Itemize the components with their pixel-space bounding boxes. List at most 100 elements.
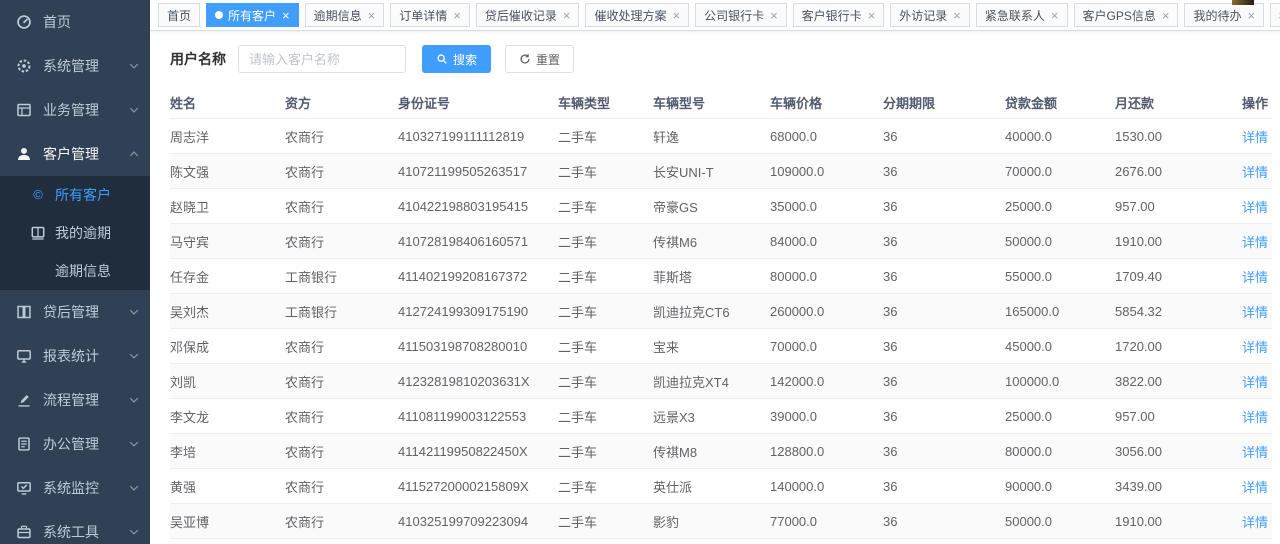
search-input[interactable]: [238, 45, 406, 73]
sidebar-item[interactable]: 贷后管理: [0, 290, 150, 334]
cell-loan: 40000.0: [1005, 129, 1115, 144]
avatar[interactable]: [1232, 0, 1254, 5]
sidebar-item[interactable]: 流程管理: [0, 378, 150, 422]
cell-model: 菲斯塔: [653, 267, 770, 286]
chevron-up-icon: [128, 148, 140, 160]
tab[interactable]: 公司银行卡×: [695, 3, 787, 27]
sidebar-item-label: 客户管理: [43, 144, 99, 164]
sidebar-subitem-label: 逾期信息: [55, 261, 111, 281]
sidebar-item[interactable]: 报表统计: [0, 334, 150, 378]
close-icon[interactable]: ×: [672, 9, 680, 22]
tab[interactable]: 订单详情×: [390, 3, 470, 27]
tab-bar-container: 首页所有客户×逾期信息×订单详情×贷后催收记录×催收处理方案×公司银行卡×客户银…: [150, 0, 1280, 31]
cell-id-number: 410422198803195415: [398, 199, 558, 214]
cell-price: 70000.0: [770, 339, 883, 354]
tab[interactable]: 所有客户×: [206, 3, 299, 27]
reset-button-label: 重置: [536, 51, 560, 68]
content: 用户名称 搜索 重置 姓名资方身份证号车辆类型车辆型号车辆价格分期期限贷款金额月…: [150, 31, 1280, 544]
cell-monthly: 3056.00: [1115, 444, 1239, 459]
close-icon[interactable]: ×: [1247, 9, 1255, 22]
cell-vehicle-type: 二手车: [558, 232, 653, 251]
cell-funder: 农商行: [285, 372, 398, 391]
column-header: 车辆类型: [558, 93, 653, 112]
detail-link[interactable]: 详情: [1242, 130, 1268, 145]
cell-funder: 农商行: [285, 337, 398, 356]
search-button[interactable]: 搜索: [422, 45, 491, 73]
cell-id-number: 410721199505263517: [398, 164, 558, 179]
detail-link[interactable]: 详情: [1242, 515, 1268, 530]
cell-periods: 36: [883, 514, 1005, 529]
cell-periods: 36: [883, 304, 1005, 319]
detail-link[interactable]: 详情: [1242, 200, 1268, 215]
table-row: 吴刘杰工商银行412724199309175190二手车凯迪拉克CT626000…: [170, 294, 1272, 329]
cell-monthly: 1530.00: [1115, 129, 1239, 144]
tab[interactable]: 催收处理方案×: [585, 3, 689, 27]
cell-periods: 36: [883, 129, 1005, 144]
tab[interactable]: 我的流程×: [1270, 3, 1280, 27]
close-icon[interactable]: ×: [953, 9, 961, 22]
cell-funder: 工商银行: [285, 267, 398, 286]
detail-link[interactable]: 详情: [1242, 340, 1268, 355]
close-icon[interactable]: ×: [1162, 9, 1170, 22]
tab[interactable]: 客户GPS信息×: [1074, 3, 1179, 27]
detail-link[interactable]: 详情: [1242, 235, 1268, 250]
cell-monthly: 3439.00: [1115, 479, 1239, 494]
cell-model: 长安UNI-T: [653, 162, 770, 181]
sidebar-item[interactable]: 办公管理: [0, 422, 150, 466]
columns-icon: [16, 304, 32, 320]
sidebar-item[interactable]: 客户管理: [0, 132, 150, 176]
close-icon[interactable]: ×: [563, 9, 571, 22]
close-icon[interactable]: ×: [868, 9, 876, 22]
close-icon[interactable]: ×: [1051, 9, 1059, 22]
cell-id-number: 412724199309175190: [398, 304, 558, 319]
sidebar-subitem[interactable]: ©所有客户: [0, 176, 150, 214]
reset-button[interactable]: 重置: [505, 45, 574, 73]
tab[interactable]: 首页: [158, 3, 200, 27]
detail-link[interactable]: 详情: [1242, 410, 1268, 425]
sidebar-item-label: 贷后管理: [43, 302, 99, 322]
detail-link[interactable]: 详情: [1242, 305, 1268, 320]
tab[interactable]: 我的待办×: [1184, 3, 1264, 27]
sidebar-item[interactable]: 系统管理: [0, 44, 150, 88]
cell-price: 109000.0: [770, 164, 883, 179]
sidebar-subitem[interactable]: 逾期信息: [0, 252, 150, 290]
cell-name: 刘凯: [170, 372, 285, 391]
cell-loan: 80000.0: [1005, 444, 1115, 459]
detail-link[interactable]: 详情: [1242, 270, 1268, 285]
edit-icon: [16, 392, 32, 408]
monitor-check-icon: [16, 480, 32, 496]
sidebar-item[interactable]: 系统工具: [0, 510, 150, 544]
cell-monthly: 1910.00: [1115, 514, 1239, 529]
sidebar-item[interactable]: 业务管理: [0, 88, 150, 132]
sidebar-submenu: ©所有客户我的逾期逾期信息: [0, 176, 150, 290]
column-header: 身份证号: [398, 93, 558, 112]
close-icon[interactable]: ×: [368, 9, 376, 22]
detail-link[interactable]: 详情: [1242, 375, 1268, 390]
cell-monthly: 1910.00: [1115, 234, 1239, 249]
cell-vehicle-type: 二手车: [558, 127, 653, 146]
column-header: 月还款: [1115, 93, 1239, 112]
column-header: 车辆型号: [653, 93, 770, 112]
close-icon[interactable]: ×: [453, 9, 461, 22]
close-icon[interactable]: ×: [282, 9, 290, 22]
sidebar-item[interactable]: 系统监控: [0, 466, 150, 510]
cell-name: 赵晓卫: [170, 197, 285, 216]
cell-id-number: 411402199208167372: [398, 269, 558, 284]
tab[interactable]: 逾期信息×: [305, 3, 385, 27]
detail-link[interactable]: 详情: [1242, 480, 1268, 495]
cell-price: 260000.0: [770, 304, 883, 319]
tab[interactable]: 紧急联系人×: [976, 3, 1068, 27]
sidebar-subitem[interactable]: 我的逾期: [0, 214, 150, 252]
chevron-down-icon: [128, 350, 140, 362]
cell-price: 35000.0: [770, 199, 883, 214]
close-icon[interactable]: ×: [770, 9, 778, 22]
tab[interactable]: 外访记录×: [890, 3, 970, 27]
tab[interactable]: 客户银行卡×: [793, 3, 885, 27]
tab[interactable]: 贷后催收记录×: [476, 3, 580, 27]
sidebar-item[interactable]: 首页: [0, 0, 150, 44]
cell-model: 凯迪拉克CT6: [653, 302, 770, 321]
detail-link[interactable]: 详情: [1242, 165, 1268, 180]
detail-link[interactable]: 详情: [1242, 445, 1268, 460]
cell-funder: 工商银行: [285, 302, 398, 321]
table-row: 邓保成农商行411503198708280010二手车宝来70000.03645…: [170, 329, 1272, 364]
